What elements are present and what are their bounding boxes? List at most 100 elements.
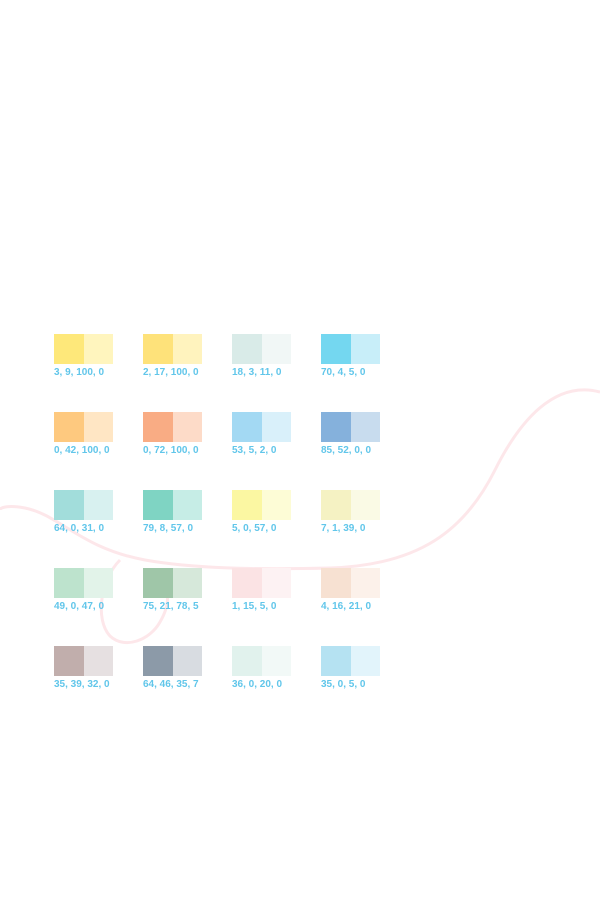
color-swatch [321,490,380,520]
swatch-solid-chip [321,568,351,598]
swatch-label: 0, 72, 100, 0 [143,445,199,456]
color-swatch [143,646,202,676]
swatch-tint-chip [172,412,202,442]
swatch-cell: 1, 15, 5, 0 [232,568,317,618]
swatch-solid-chip [232,490,262,520]
swatch-cell: 53, 5, 2, 0 [232,412,317,462]
swatch-label: 7, 1, 39, 0 [321,523,366,534]
swatch-solid-chip [143,568,173,598]
swatch-cell: 2, 17, 100, 0 [143,334,228,384]
swatch-tint-chip [261,490,291,520]
swatch-cell: 35, 0, 5, 0 [321,646,406,696]
color-swatch [232,568,291,598]
swatch-cell: 5, 0, 57, 0 [232,490,317,540]
swatch-cell: 0, 72, 100, 0 [143,412,228,462]
color-swatch [321,646,380,676]
swatch-label: 75, 21, 78, 5 [143,601,199,612]
swatch-cell: 85, 52, 0, 0 [321,412,406,462]
swatch-label: 35, 39, 32, 0 [54,679,110,690]
swatch-solid-chip [321,412,351,442]
swatch-solid-chip [232,568,262,598]
swatch-tint-chip [172,646,202,676]
swatch-tint-chip [83,646,113,676]
swatch-tint-chip [172,490,202,520]
swatch-label: 49, 0, 47, 0 [54,601,105,612]
swatch-tint-chip [261,334,291,364]
swatch-solid-chip [321,646,351,676]
swatch-solid-chip [232,646,262,676]
swatch-solid-chip [232,412,262,442]
swatch-solid-chip [143,490,173,520]
swatch-solid-chip [54,412,84,442]
swatch-cell: 64, 46, 35, 7 [143,646,228,696]
swatch-label: 2, 17, 100, 0 [143,367,199,378]
color-swatch [143,568,202,598]
swatch-tint-chip [172,334,202,364]
swatch-label: 3, 9, 100, 0 [54,367,105,378]
color-swatch [232,334,291,364]
swatch-solid-chip [143,646,173,676]
color-swatch [321,334,380,364]
swatch-solid-chip [321,490,351,520]
swatch-cell: 49, 0, 47, 0 [54,568,139,618]
swatch-cell: 35, 39, 32, 0 [54,646,139,696]
swatch-tint-chip [350,490,380,520]
swatch-tint-chip [350,568,380,598]
swatch-cell: 7, 1, 39, 0 [321,490,406,540]
swatch-tint-chip [350,334,380,364]
swatch-tint-chip [83,568,113,598]
swatch-tint-chip [83,334,113,364]
swatch-solid-chip [321,334,351,364]
color-swatch [232,646,291,676]
swatch-label: 53, 5, 2, 0 [232,445,277,456]
color-swatch [143,412,202,442]
swatch-solid-chip [232,334,262,364]
swatch-grid: 3, 9, 100, 0 2, 17, 100, 0 18, 3, 11, 0 70,… [54,334,384,704]
color-swatch [232,490,291,520]
swatch-label: 35, 0, 5, 0 [321,679,366,690]
swatch-label: 79, 8, 57, 0 [143,523,194,534]
swatch-solid-chip [54,490,84,520]
swatch-cell: 18, 3, 11, 0 [232,334,317,384]
swatch-cell: 75, 21, 78, 5 [143,568,228,618]
color-swatch [54,412,113,442]
color-swatch [54,568,113,598]
swatch-cell: 36, 0, 20, 0 [232,646,317,696]
swatch-cell: 64, 0, 31, 0 [54,490,139,540]
swatch-label: 85, 52, 0, 0 [321,445,372,456]
swatch-tint-chip [83,412,113,442]
color-swatch [321,412,380,442]
swatch-solid-chip [54,568,84,598]
swatch-tint-chip [172,568,202,598]
swatch-cell: 0, 42, 100, 0 [54,412,139,462]
swatch-tint-chip [261,568,291,598]
swatch-tint-chip [83,490,113,520]
swatch-label: 18, 3, 11, 0 [232,367,282,378]
swatch-cell: 70, 4, 5, 0 [321,334,406,384]
swatch-label: 1, 15, 5, 0 [232,601,277,612]
swatch-tint-chip [350,412,380,442]
color-swatch [54,334,113,364]
swatch-tint-chip [350,646,380,676]
color-swatch [143,490,202,520]
swatch-tint-chip [261,412,291,442]
swatch-label: 0, 42, 100, 0 [54,445,110,456]
swatch-tint-chip [261,646,291,676]
swatch-cell: 79, 8, 57, 0 [143,490,228,540]
swatch-solid-chip [54,646,84,676]
swatch-solid-chip [54,334,84,364]
color-swatch [54,646,113,676]
swatch-label: 4, 16, 21, 0 [321,601,372,612]
color-swatch [232,412,291,442]
swatch-solid-chip [143,334,173,364]
swatch-label: 36, 0, 20, 0 [232,679,283,690]
swatch-label: 64, 46, 35, 7 [143,679,199,690]
swatch-label: 70, 4, 5, 0 [321,367,366,378]
swatch-cell: 4, 16, 21, 0 [321,568,406,618]
swatch-cell: 3, 9, 100, 0 [54,334,139,384]
color-swatch [143,334,202,364]
swatch-solid-chip [143,412,173,442]
swatch-label: 5, 0, 57, 0 [232,523,277,534]
color-swatch [321,568,380,598]
swatch-label: 64, 0, 31, 0 [54,523,105,534]
